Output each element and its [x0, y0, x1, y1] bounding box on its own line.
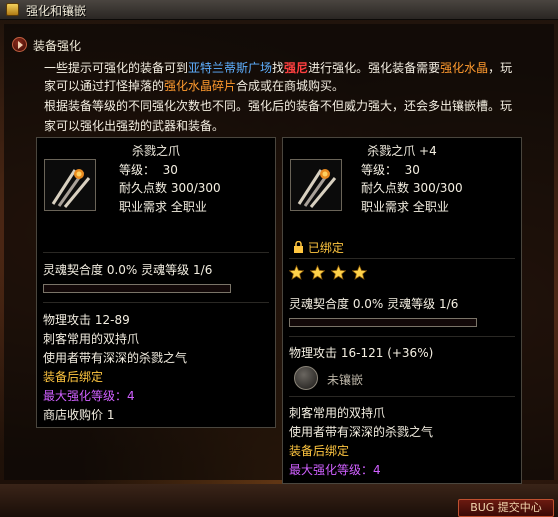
- max-enhance-row: 最大强化等级：4: [43, 389, 135, 403]
- claw-weapon-icon[interactable]: [290, 159, 342, 211]
- section-title: 装备强化: [33, 39, 82, 53]
- attack-row: 物理攻击 12-89: [43, 313, 130, 327]
- claw-weapon-icon[interactable]: [44, 159, 96, 211]
- item-desc-1: 刺客常用的双持爪: [289, 406, 386, 420]
- item-desc-1: 刺客常用的双持爪: [43, 332, 140, 346]
- divider: [289, 396, 515, 397]
- item-desc-2: 使用者带有深深的杀戮之气: [43, 351, 188, 365]
- item-name: 杀戮之爪 +4: [367, 144, 437, 158]
- level-row: 等级： 30: [361, 163, 420, 177]
- window-icon: [6, 3, 19, 16]
- star-icon: [289, 265, 304, 280]
- description-line-2: 家可以通过打怪掉落的强化水晶碎片合成或在商城购买。: [44, 79, 345, 93]
- job-row: 职业需求 全职业: [119, 200, 207, 214]
- bind-note: 装备后绑定: [43, 370, 104, 384]
- lock-icon: [294, 240, 303, 253]
- window-titlebar[interactable]: 强化和镶嵌: [0, 0, 558, 20]
- item-name: 杀戮之爪: [131, 144, 180, 158]
- soul-row: 灵魂契合度 0.0% 灵魂等级 1/6: [289, 297, 459, 311]
- window-title: 强化和镶嵌: [26, 4, 87, 18]
- star-icon: [310, 265, 325, 280]
- max-enhance-row: 最大强化等级：4: [289, 463, 381, 477]
- enhance-window: 强化和镶嵌 装备强化 一些提示可强化的装备可到亚特兰蒂斯广场找强尼进行强化。强化…: [0, 0, 558, 517]
- socket-status: 未镶嵌: [327, 373, 364, 387]
- bind-note: 装备后绑定: [289, 444, 350, 458]
- description-line-3: 根据装备等级的不同强化次数也不同。强化后的装备不但威力强大，还会多出镶嵌槽。玩: [44, 99, 513, 113]
- description-line-1: 一些提示可强化的装备可到亚特兰蒂斯广场找强尼进行强化。强化装备需要强化水晶，玩: [44, 61, 513, 75]
- star-icon: [331, 265, 346, 280]
- divider: [289, 336, 515, 337]
- bug-report-button[interactable]: BUG 提交中心: [458, 499, 554, 517]
- soul-progress-bar: [43, 284, 231, 293]
- divider: [289, 258, 515, 259]
- job-row: 职业需求 全职业: [361, 200, 449, 214]
- level-row: 等级： 30: [119, 163, 178, 177]
- item-tooltip-enhanced: 杀戮之爪 +4 等级： 30 耐久点数 300/300 职业需求 全职业 已绑定…: [282, 137, 522, 484]
- attack-row: 物理攻击 16-121 (+36%): [289, 346, 434, 360]
- durability-row: 耐久点数 300/300: [119, 181, 221, 195]
- item-desc-2: 使用者带有深深的杀戮之气: [289, 425, 434, 439]
- soul-progress-bar: [289, 318, 477, 327]
- durability-row: 耐久点数 300/300: [361, 181, 463, 195]
- sell-price-row: 商店收购价 1: [43, 408, 115, 422]
- soul-row: 灵魂契合度 0.0% 灵魂等级 1/6: [43, 263, 213, 277]
- divider: [43, 302, 269, 303]
- empty-socket-icon[interactable]: [294, 366, 318, 390]
- star-icon: [352, 265, 367, 280]
- divider: [43, 252, 269, 253]
- bound-status: 已绑定: [293, 239, 344, 256]
- item-tooltip-original: 杀戮之爪 等级： 30 耐久点数 300/300 职业需求 全职业 灵魂契合度 …: [36, 137, 276, 428]
- play-arrow-icon[interactable]: [12, 37, 27, 52]
- description-line-4: 家可以强化出强劲的武器和装备。: [44, 119, 225, 133]
